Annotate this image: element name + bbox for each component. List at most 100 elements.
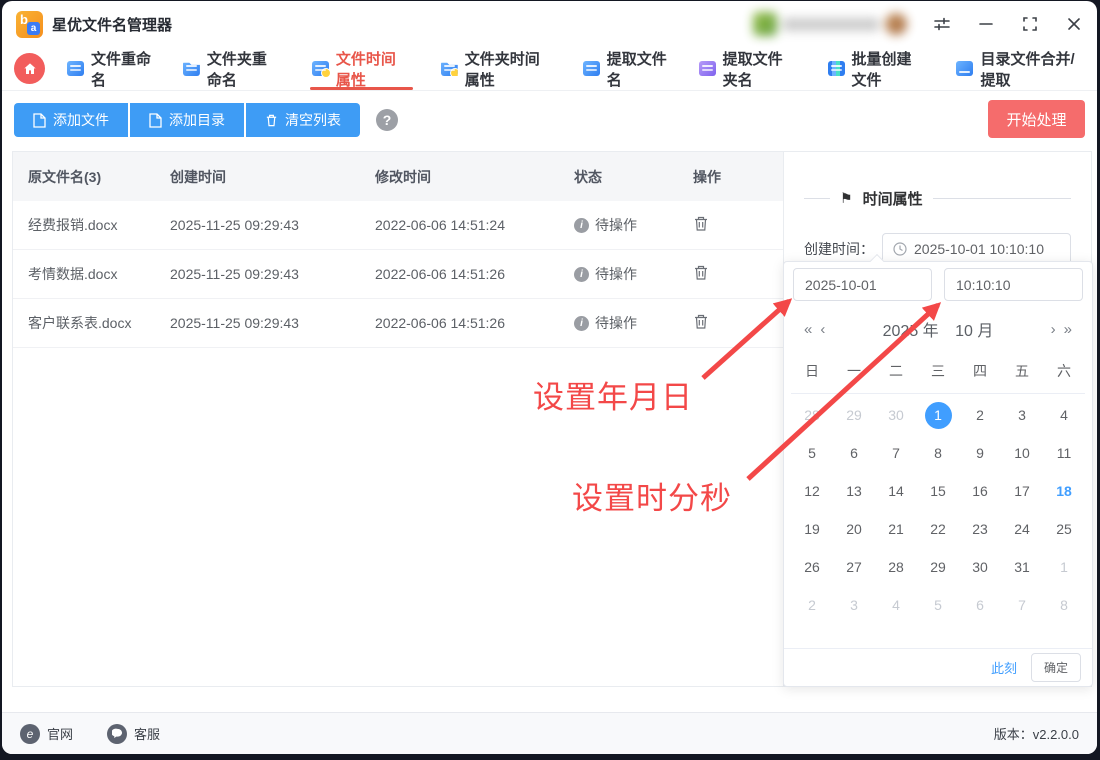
calendar-day[interactable]: 27 (833, 548, 875, 586)
calendar-day[interactable]: 14 (875, 472, 917, 510)
calendar-day[interactable]: 24 (1001, 510, 1043, 548)
weekday-label: 一 (833, 361, 875, 381)
calendar-day[interactable]: 9 (959, 434, 1001, 472)
help-icon[interactable]: ? (376, 109, 398, 131)
cell-modified: 2022-06-06 14:51:26 (375, 315, 574, 331)
trash-icon (693, 313, 709, 330)
weekday-label: 二 (875, 361, 917, 381)
clock-file-icon (312, 61, 329, 76)
files-icon (67, 61, 84, 76)
chat-bubble-icon (107, 724, 127, 744)
calendar-day[interactable]: 17 (1001, 472, 1043, 510)
clear-list-button[interactable]: 清空列表 (244, 103, 360, 137)
next-month-button[interactable]: › (1047, 321, 1060, 338)
confirm-button[interactable]: 确定 (1031, 653, 1081, 682)
calendar-day[interactable]: 19 (791, 510, 833, 548)
calendar-day[interactable]: 16 (959, 472, 1001, 510)
calendar-day[interactable]: 30 (959, 548, 1001, 586)
table-row: 考情数据.docx 2025-11-25 09:29:43 2022-06-06… (13, 250, 783, 299)
calendar-day[interactable]: 30 (875, 396, 917, 434)
prev-year-button[interactable]: « (800, 321, 816, 338)
calendar-day[interactable]: 6 (833, 434, 875, 472)
trash-icon (693, 264, 709, 281)
tab-1[interactable]: 文件重命名 (67, 47, 153, 90)
weekday-header: 日一二三四五六 (791, 347, 1085, 394)
calendar-day[interactable]: 23 (959, 510, 1001, 548)
tab-6[interactable]: 提取文件夹名 (699, 47, 798, 90)
calendar-day[interactable]: 10 (1001, 434, 1043, 472)
info-icon: i (574, 316, 589, 331)
close-button[interactable] (1065, 15, 1083, 33)
calendar-day[interactable]: 7 (1001, 586, 1043, 624)
calendar-day[interactable]: 22 (917, 510, 959, 548)
calendar-day[interactable]: 12 (791, 472, 833, 510)
calendar-day[interactable]: 3 (833, 586, 875, 624)
calendar-day[interactable]: 18 (1043, 472, 1085, 510)
time-input[interactable]: 10:10:10 (944, 268, 1083, 301)
calendar-day[interactable]: 25 (1043, 510, 1085, 548)
app-title: 星优文件名管理器 (52, 14, 172, 35)
cell-filename: 考情数据.docx (13, 264, 170, 284)
calendar-day[interactable]: 11 (1043, 434, 1085, 472)
app-logo-icon: b a (16, 11, 43, 38)
calendar-day[interactable]: 8 (917, 434, 959, 472)
tab-5[interactable]: 提取文件名 (583, 47, 669, 90)
account-info-blurred[interactable] (753, 12, 907, 36)
folder-extract-icon (699, 61, 716, 76)
calendar-day[interactable]: 4 (1043, 396, 1085, 434)
delete-row-button[interactable] (693, 215, 709, 235)
tab-7[interactable]: 批量创建文件 (828, 47, 927, 90)
tab-8[interactable]: 目录文件合并/提取 (956, 47, 1085, 90)
delete-row-button[interactable] (693, 264, 709, 284)
tab-3[interactable]: 文件时间属性 (312, 47, 411, 90)
calendar-day[interactable]: 1 (1043, 548, 1085, 586)
tab-2[interactable]: 文件夹重命名 (183, 47, 282, 90)
calendar-day[interactable]: 5 (917, 586, 959, 624)
minimize-button[interactable] (977, 15, 995, 33)
maximize-button[interactable] (1021, 15, 1039, 33)
table-header: 原文件名(3) 创建时间 修改时间 状态 操作 (13, 152, 783, 201)
add-files-button[interactable]: 添加文件 (14, 103, 128, 137)
calendar-day[interactable]: 29 (833, 396, 875, 434)
cell-created: 2025-11-25 09:29:43 (170, 217, 375, 233)
calendar-day[interactable]: 8 (1043, 586, 1085, 624)
file-icon (149, 113, 162, 128)
table-row: 经费报销.docx 2025-11-25 09:29:43 2022-06-06… (13, 201, 783, 250)
calendar-day[interactable]: 21 (875, 510, 917, 548)
calendar-day[interactable]: 1 (917, 396, 959, 434)
calendar-day[interactable]: 5 (791, 434, 833, 472)
prev-month-button[interactable]: ‹ (816, 321, 829, 338)
add-directory-button[interactable]: 添加目录 (128, 103, 244, 137)
calendar-day[interactable]: 28 (791, 396, 833, 434)
delete-row-button[interactable] (693, 313, 709, 333)
calendar-day[interactable]: 28 (875, 548, 917, 586)
calendar-day[interactable]: 2 (959, 396, 1001, 434)
calendar-day[interactable]: 13 (833, 472, 875, 510)
start-processing-button[interactable]: 开始处理 (988, 100, 1085, 138)
calendar-day[interactable]: 15 (917, 472, 959, 510)
cell-filename: 经费报销.docx (13, 215, 170, 235)
calendar-day[interactable]: 2 (791, 586, 833, 624)
month-label[interactable]: 10 月 (955, 323, 993, 340)
year-label[interactable]: 2025 年 (883, 323, 939, 340)
calendar-day[interactable]: 7 (875, 434, 917, 472)
clock-folder-icon (441, 61, 458, 76)
calendar-day[interactable]: 26 (791, 548, 833, 586)
calendar-day[interactable]: 31 (1001, 548, 1043, 586)
col-operation: 操作 (693, 167, 783, 187)
next-year-button[interactable]: » (1060, 321, 1076, 338)
home-button[interactable] (14, 53, 45, 84)
info-icon: i (574, 267, 589, 282)
date-input[interactable]: 2025-10-01 (793, 268, 932, 301)
settings-sliders-icon[interactable] (933, 15, 951, 33)
calendar-day[interactable]: 6 (959, 586, 1001, 624)
now-link[interactable]: 此刻 (991, 658, 1017, 677)
calendar-day[interactable]: 4 (875, 586, 917, 624)
calendar-day[interactable]: 3 (1001, 396, 1043, 434)
tab-4[interactable]: 文件夹时间属性 (441, 47, 553, 90)
calendar-day[interactable]: 29 (917, 548, 959, 586)
calendar-day[interactable]: 20 (833, 510, 875, 548)
customer-service-link[interactable]: 客服 (107, 724, 160, 744)
trash-icon (265, 113, 278, 128)
official-site-link[interactable]: e 官网 (20, 724, 73, 744)
